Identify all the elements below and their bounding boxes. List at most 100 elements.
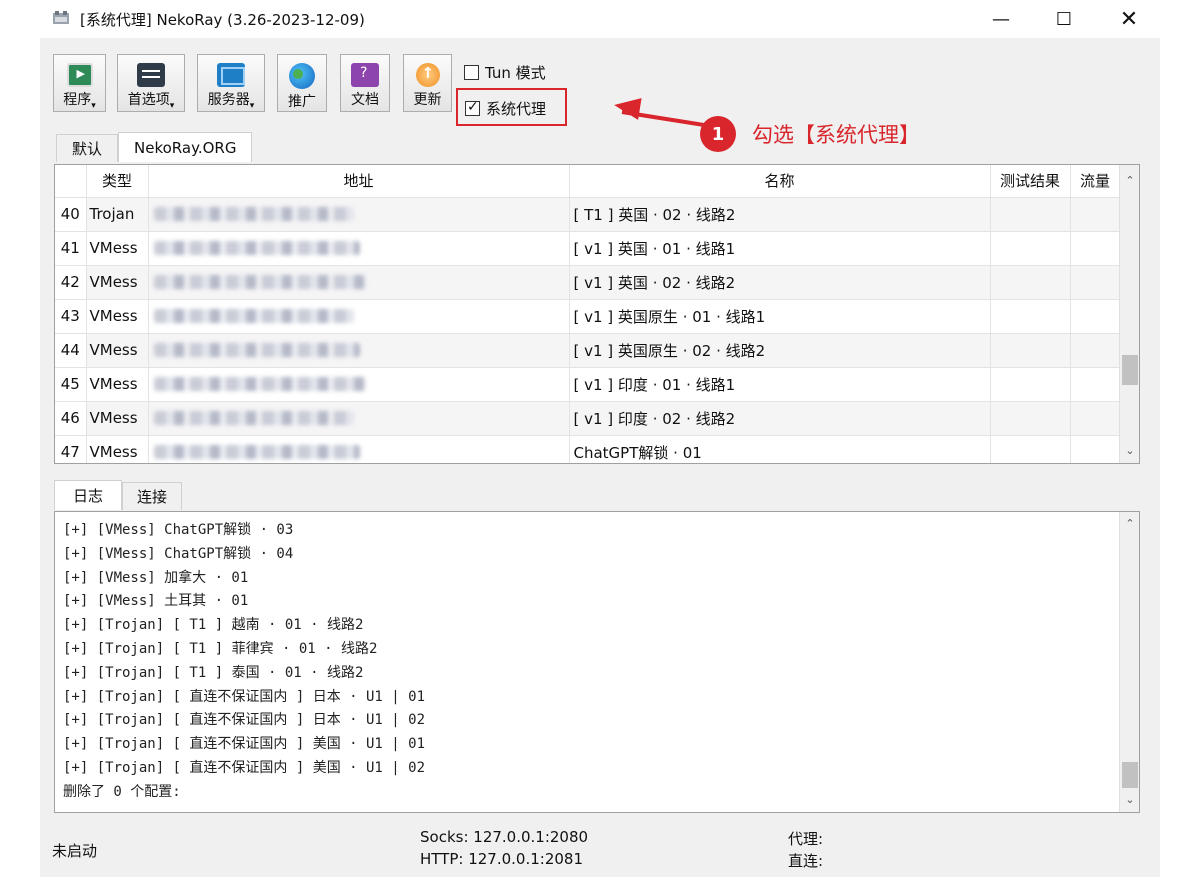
log-scroll-down-icon[interactable]: ⌄ <box>1120 790 1139 810</box>
minimize-icon: — <box>992 8 1010 30</box>
row-number: 44 <box>55 333 87 368</box>
server-table: 类型 地址 名称 测试结果 流量 40 Trojan [ T1 ] 英国 · 02 … <box>54 164 1140 464</box>
row-traffic <box>1070 231 1121 266</box>
row-name: [ v1 ] 英国 · 02 · 线路2 <box>569 265 991 300</box>
status-proxy: 代理: <box>788 830 824 848</box>
tab-nekoray-org[interactable]: NekoRay.ORG <box>118 132 253 162</box>
row-type: VMess <box>86 299 149 334</box>
header-address[interactable]: 地址 <box>148 165 570 198</box>
log-line: [+] [Trojan] [ 直连不保证国内 ] 美国 · U1 | 02 <box>63 759 426 776</box>
title-bar: [系统代理] NekoRay (3.26-2023-12-09) — ☐ ✕ <box>40 0 1160 38</box>
minimize-button[interactable]: — <box>970 0 1032 38</box>
header-name[interactable]: 名称 <box>569 165 991 198</box>
update-label: 更新 <box>413 92 442 108</box>
tun-mode-check-icon <box>464 65 479 80</box>
close-icon: ✕ <box>1119 6 1139 32</box>
header-test-result[interactable]: 测试结果 <box>990 165 1071 198</box>
servers-label: 服务器▾ <box>207 92 255 111</box>
table-row[interactable]: 44 VMess [ v1 ] 英国原生 · 02 · 线路2 <box>55 333 1121 368</box>
table-row[interactable]: 41 VMess [ v1 ] 英国 · 01 · 线路1 <box>55 231 1121 266</box>
log-line: [+] [VMess] 加拿大 · 01 <box>63 569 249 586</box>
scroll-thumb[interactable] <box>1122 355 1138 385</box>
tab-default[interactable]: 默认 <box>56 134 119 162</box>
servers-button[interactable]: 服务器▾ <box>197 54 265 112</box>
program-button[interactable]: 程序▾ <box>53 54 106 112</box>
table-row[interactable]: 42 VMess [ v1 ] 英国 · 02 · 线路2 <box>55 265 1121 300</box>
row-traffic <box>1070 333 1121 368</box>
row-traffic <box>1070 265 1121 300</box>
row-name: ChatGPT解锁 · 01 <box>569 435 991 463</box>
row-type: VMess <box>86 401 149 436</box>
system-proxy-label: 系统代理 <box>486 100 547 118</box>
log-scroll-up-icon[interactable]: ⌃ <box>1120 514 1139 534</box>
nekoray-window: [系统代理] NekoRay (3.26-2023-12-09) — ☐ ✕ 程… <box>40 0 1160 877</box>
help-icon <box>351 63 379 87</box>
table-scrollbar[interactable]: ⌃ ⌄ <box>1119 165 1139 463</box>
maximize-button[interactable]: ☐ <box>1033 0 1095 38</box>
log-scrollbar[interactable]: ⌃ ⌄ <box>1119 512 1139 812</box>
preferences-label: 首选项▾ <box>127 92 175 111</box>
log-scroll-thumb[interactable] <box>1122 762 1138 788</box>
maximize-icon: ☐ <box>1055 8 1073 30</box>
table-row[interactable]: 45 VMess [ v1 ] 印度 · 01 · 线路1 <box>55 367 1121 402</box>
scroll-down-icon[interactable]: ⌄ <box>1120 441 1139 461</box>
row-address-redacted <box>148 265 570 300</box>
table-row[interactable]: 43 VMess [ v1 ] 英国原生 · 01 · 线路1 <box>55 299 1121 334</box>
close-button[interactable]: ✕ <box>1098 0 1160 38</box>
update-button[interactable]: 更新 <box>403 54 452 112</box>
table-row[interactable]: 47 VMess ChatGPT解锁 · 01 <box>55 435 1121 463</box>
header-type[interactable]: 类型 <box>86 165 149 198</box>
log-line: [+] [Trojan] [ 直连不保证国内 ] 日本 · U1 | 01 <box>63 688 426 705</box>
group-tabs: 默认 NekoRay.ORG <box>56 132 253 162</box>
row-type: VMess <box>86 265 149 300</box>
promo-label: 推广 <box>288 94 316 110</box>
row-address-redacted <box>148 435 570 463</box>
row-type: VMess <box>86 367 149 402</box>
row-address-redacted <box>148 197 570 232</box>
annotation-step-badge: 1 <box>700 116 736 152</box>
row-number: 46 <box>55 401 87 436</box>
row-address-redacted <box>148 401 570 436</box>
log-line: [+] [Trojan] [ 直连不保证国内 ] 美国 · U1 | 01 <box>63 736 426 753</box>
program-label: 程序▾ <box>63 92 96 111</box>
tun-mode-checkbox[interactable]: Tun 模式 <box>464 62 546 83</box>
row-address-redacted <box>148 299 570 334</box>
row-test-result <box>990 435 1071 463</box>
promo-button[interactable]: 推广 <box>277 54 327 112</box>
system-proxy-checkbox[interactable]: 系统代理 <box>465 98 546 119</box>
row-traffic <box>1070 401 1121 436</box>
row-name: [ v1 ] 英国原生 · 02 · 线路2 <box>569 333 991 368</box>
row-test-result <box>990 367 1071 402</box>
row-traffic <box>1070 367 1121 402</box>
status-socks: Socks: 127.0.0.1:2080 <box>420 828 589 846</box>
row-test-result <box>990 333 1071 368</box>
log-line: [+] [VMess] 土耳其 · 01 <box>63 593 249 610</box>
row-name: [ T1 ] 英国 · 02 · 线路2 <box>569 197 991 232</box>
scroll-up-icon[interactable]: ⌃ <box>1120 171 1139 191</box>
tun-mode-label: Tun 模式 <box>485 64 546 82</box>
row-name: [ v1 ] 英国原生 · 01 · 线路1 <box>569 299 991 334</box>
preferences-button[interactable]: 首选项▾ <box>117 54 185 112</box>
row-number: 42 <box>55 265 87 300</box>
toolbar: 程序▾ 首选项▾ 服务器▾ 推广 文档 更新 <box>40 38 1160 132</box>
header-traffic[interactable]: 流量 <box>1070 165 1121 198</box>
tab-log[interactable]: 日志 <box>54 480 123 510</box>
docs-button[interactable]: 文档 <box>340 54 390 112</box>
row-test-result <box>990 401 1071 436</box>
table-row[interactable]: 46 VMess [ v1 ] 印度 · 02 · 线路2 <box>55 401 1121 436</box>
row-number: 43 <box>55 299 87 334</box>
preferences-icon <box>137 63 165 87</box>
table-row[interactable]: 40 Trojan [ T1 ] 英国 · 02 · 线路2 <box>55 197 1121 232</box>
row-type: VMess <box>86 333 149 368</box>
window-title: [系统代理] NekoRay (3.26-2023-12-09) <box>80 11 365 29</box>
log-line: [+] [VMess] ChatGPT解锁 · 04 <box>63 545 294 562</box>
log-line: [+] [Trojan] [ 直连不保证国内 ] 日本 · U1 | 02 <box>63 712 426 729</box>
status-direct: 直连: <box>788 852 824 870</box>
row-test-result <box>990 197 1071 232</box>
table-header: 类型 地址 名称 测试结果 流量 <box>55 165 1121 198</box>
program-icon <box>66 63 93 87</box>
system-proxy-check-icon <box>465 99 480 116</box>
tab-connections[interactable]: 连接 <box>122 482 183 510</box>
row-address-redacted <box>148 231 570 266</box>
log-panel[interactable]: [+] [VMess] ChatGPT解锁 · 03 [+] [VMess] Ch… <box>54 511 1140 813</box>
